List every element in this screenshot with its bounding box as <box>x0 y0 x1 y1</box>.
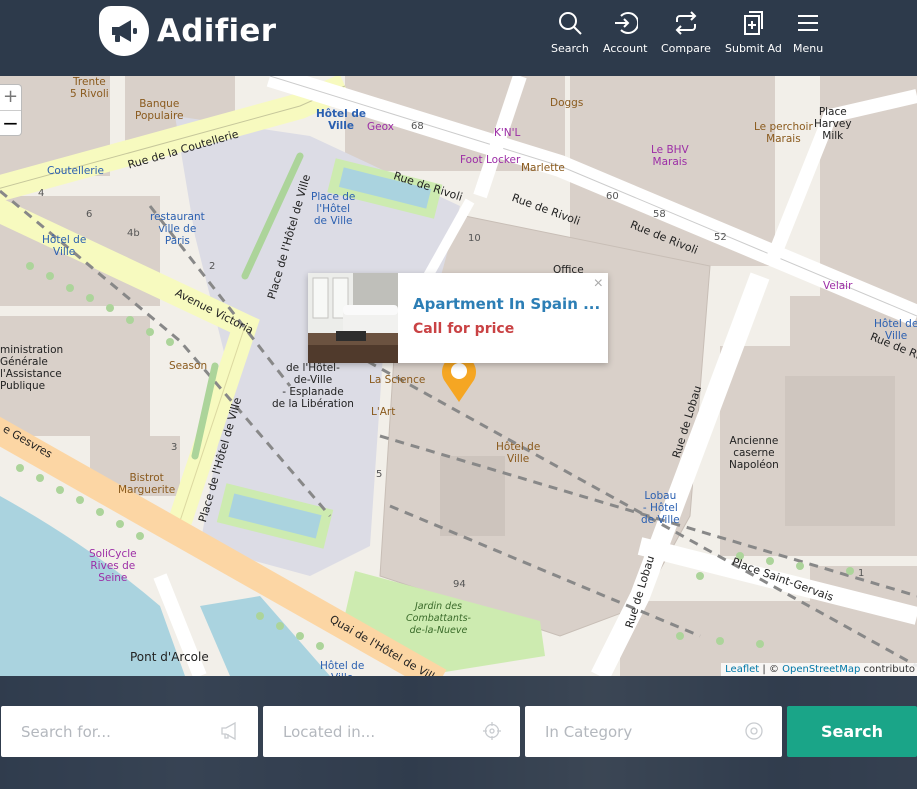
hamburger-icon <box>798 15 819 31</box>
add-document-icon <box>744 11 764 35</box>
zoom-control: + − <box>0 84 22 136</box>
house-number: 10 <box>468 233 481 244</box>
brand-logo[interactable]: Adifier <box>99 6 276 56</box>
nav-menu[interactable]: Menu <box>793 10 823 55</box>
map-label-place-harvey: Place Harvey Milk <box>814 106 852 142</box>
popup-close-button[interactable]: × <box>594 275 603 293</box>
megaphone-icon <box>221 721 236 741</box>
search-button[interactable]: Search <box>787 706 917 757</box>
house-number: 58 <box>653 209 666 220</box>
map-label-bistrot: Bistrot Marguerite <box>118 472 176 496</box>
map-label-banque: Banque Populaire <box>135 98 184 122</box>
house-number: 1 <box>858 568 865 579</box>
map-label-geox: Geox <box>367 121 394 133</box>
search-section: Search for... Located in... In Category … <box>0 676 917 789</box>
osm-link[interactable]: OpenStreetMap <box>782 664 860 675</box>
house-number: 3 <box>171 442 178 453</box>
megaphone-icon <box>99 6 149 56</box>
zoom-in-button[interactable]: + <box>0 85 21 110</box>
nav-search-label: Search <box>551 42 589 55</box>
zoom-out-button[interactable]: − <box>0 110 21 135</box>
map-label-hotel-de-ville-center: Hôtel de Ville <box>496 441 541 465</box>
crosshair-icon <box>483 722 501 740</box>
nav-compare-label: Compare <box>661 42 711 55</box>
map-label-jardin: Jardin des Combattants-de-la-Nueve <box>406 601 471 636</box>
attribution-suffix: contributo <box>860 664 916 675</box>
nav-account[interactable]: Account <box>603 10 647 55</box>
map-label-coutellerie: Coutellerie <box>47 165 104 177</box>
nav-submit-ad-label: Submit Ad <box>725 42 782 55</box>
keyword-placeholder: Search for... <box>21 722 111 741</box>
site-header: Adifier Search Account Compare Submit Ad… <box>0 0 917 76</box>
map-label-marlette: Marlette <box>521 162 565 174</box>
map-label-la-science: La Science <box>369 374 426 386</box>
nav-submit-ad[interactable]: Submit Ad <box>725 10 782 55</box>
house-number: 52 <box>714 232 727 243</box>
house-number: 94 <box>453 579 466 590</box>
keyword-search-input[interactable]: Search for... <box>1 706 258 757</box>
house-number: 68 <box>411 121 424 132</box>
map-label-metro-hotel-de-ville: Hôtel de Ville <box>316 108 367 132</box>
map-label-restaurant: restaurant ville de Paris <box>150 211 205 247</box>
map-label-lobau: Lobau - Hôtel de Ville <box>641 490 680 526</box>
map-view[interactable]: Trente 5 Rivoli Banque Populaire Rue de la… <box>0 76 917 676</box>
map-label-ancienne-caserne: Ancienne caserne Napoléon <box>729 435 779 471</box>
listing-title-link[interactable]: Apartment In Spain ... <box>413 295 600 313</box>
leaflet-link[interactable]: Leaflet <box>725 664 759 675</box>
house-number: 60 <box>606 191 619 202</box>
house-number: 2 <box>209 261 216 272</box>
nav-menu-label: Menu <box>793 42 824 55</box>
listing-price: Call for price <box>413 321 515 337</box>
brand-name: Adifier <box>157 13 277 49</box>
login-icon <box>615 12 639 34</box>
map-label-velair: Velair <box>823 280 853 292</box>
nav-search[interactable]: Search <box>551 10 589 55</box>
target-icon <box>745 722 763 740</box>
map-attribution: Leaflet | © OpenStreetMap contributo <box>721 663 917 676</box>
map-label-trente: Trente 5 Rivoli <box>70 76 109 100</box>
map-label-solicycle: SoliCycle Rives de Seine <box>89 548 137 584</box>
attribution-separator: | © <box>759 664 783 675</box>
location-search-input[interactable]: Located in... <box>263 706 520 757</box>
category-placeholder: In Category <box>545 722 633 741</box>
map-label-season: Season <box>169 360 208 372</box>
map-label-pont-arcole: Pont d'Arcole <box>130 650 209 664</box>
house-number: 5 <box>376 469 383 480</box>
nav-account-label: Account <box>603 42 648 55</box>
category-select[interactable]: In Category <box>525 706 782 757</box>
map-label-hotel-de-ville-right: Hôtel de Ville <box>874 318 917 342</box>
map-label-doggs: Doggs <box>550 97 584 109</box>
map-label-place-hotel-de-ville: Place de l'Hôtel de Ville <box>311 191 356 227</box>
map-label-perchoir: Le perchoir Marais <box>754 121 813 145</box>
map-label-hotel-de-ville-left: Hôtel de Ville <box>42 234 87 258</box>
house-number: 6 <box>86 209 93 220</box>
map-label-bhv: Le BHV Marais <box>651 144 689 168</box>
location-placeholder: Located in... <box>283 722 376 741</box>
map-label-foot-locker: Foot Locker <box>460 154 521 166</box>
nav-compare[interactable]: Compare <box>661 10 711 55</box>
listing-popup: Apartment In Spain ... Call for price × <box>308 273 608 363</box>
house-number: 4 <box>38 188 45 199</box>
map-label-knl: K'N'L <box>494 127 521 139</box>
map-label-l-art: L'Art <box>371 406 396 418</box>
search-icon <box>558 12 582 35</box>
map-label-administration: ministration Générale l'Assistance Publique <box>0 344 64 392</box>
house-number: 4b <box>127 228 140 239</box>
listing-thumbnail[interactable] <box>308 273 398 363</box>
map-label-hotel-de-ville-bottom: Hôtel deVille <box>320 660 365 676</box>
compare-icon <box>675 11 697 35</box>
